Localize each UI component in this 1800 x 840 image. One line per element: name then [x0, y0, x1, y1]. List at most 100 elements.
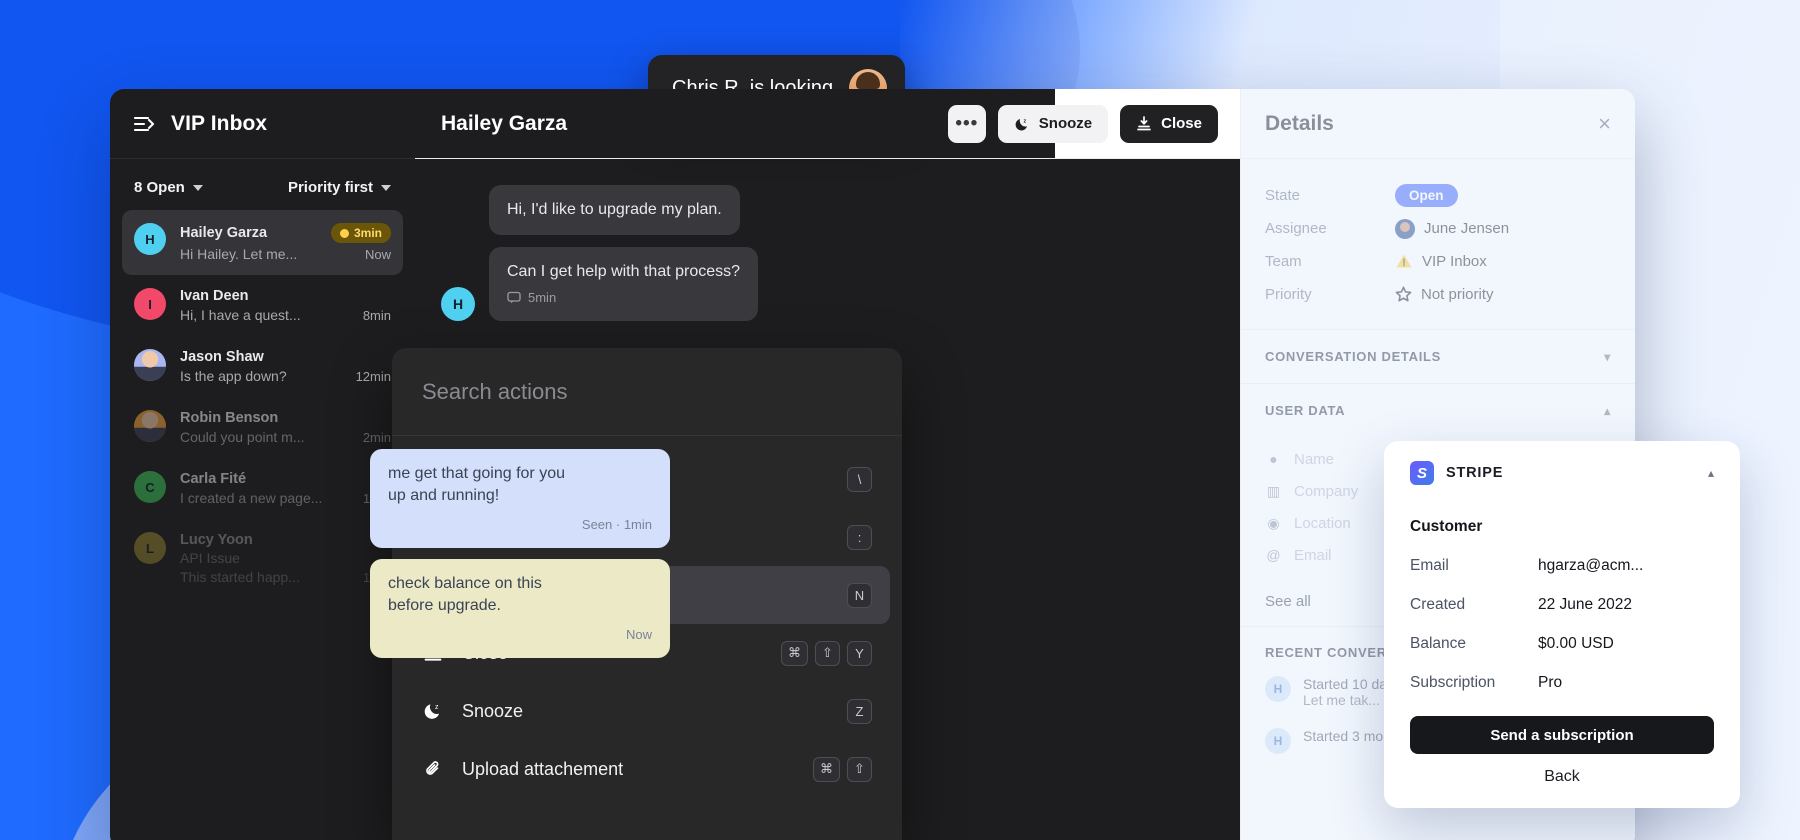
open-count-filter[interactable]: 8 Open	[134, 179, 203, 196]
avatar: H	[1265, 728, 1291, 754]
close-tray-icon	[1137, 115, 1151, 130]
team-value[interactable]: VIP Inbox	[1395, 253, 1487, 270]
status-badge: 3min	[330, 223, 391, 243]
moon-icon: z	[422, 701, 444, 721]
pin-icon: ◉	[1267, 514, 1280, 531]
list-item[interactable]: H Hailey Garza 3min Hi Hailey. Let me...…	[122, 210, 403, 275]
shortcut-keys: ⌘ ⇧ Y	[781, 640, 872, 666]
close-icon[interactable]: ×	[1598, 112, 1611, 135]
shortcut-keys: :	[847, 524, 872, 550]
open-count-label: 8 Open	[134, 179, 185, 196]
details-header: Details ×	[1241, 89, 1635, 159]
chevron-down-icon	[381, 184, 391, 191]
state-value[interactable]: Open	[1395, 184, 1458, 207]
message-meta: Now	[625, 626, 652, 642]
shortcut-keys: \	[847, 466, 872, 492]
conversation-list: H Hailey Garza 3min Hi Hailey. Let me...…	[110, 210, 415, 598]
palette-item-label: Snooze	[462, 700, 524, 721]
field-label: Email	[1410, 556, 1449, 574]
avatar: L	[134, 532, 166, 564]
section-label: USER DATA	[1265, 403, 1346, 418]
message-meta: Seen · 1min	[581, 516, 652, 532]
building-icon: ▥	[1266, 482, 1281, 499]
stripe-row-balance: Balance $0.00 USD	[1410, 624, 1714, 663]
list-item[interactable]: C Carla Fité I created a new page... 1mi…	[122, 458, 403, 519]
key-cap: :	[847, 524, 872, 550]
key-cap: ⌘	[813, 756, 840, 782]
field-label: Priority	[1265, 286, 1312, 303]
search-actions-input[interactable]: Search actions	[392, 348, 902, 436]
snooze-button[interactable]: z Snooze	[997, 104, 1109, 143]
team-name: VIP Inbox	[1422, 253, 1487, 270]
conversation-time: 8min	[362, 307, 391, 323]
field-label: Customer	[1410, 517, 1483, 535]
sort-label: Priority first	[287, 179, 373, 196]
message-bubble-incoming: Hi, I'd like to upgrade my plan.	[489, 185, 740, 235]
message-row: H Can I get help with that process? 5min	[415, 246, 1240, 333]
section-user-data[interactable]: USER DATA ▴	[1241, 384, 1635, 437]
avatar	[134, 349, 166, 381]
section-conversation-details[interactable]: CONVERSATION DETAILS ▾	[1241, 330, 1635, 384]
send-subscription-button[interactable]: Send a subscription	[1410, 716, 1714, 754]
conversation-time: 12min	[355, 368, 391, 384]
assignee-value[interactable]: June Jensen	[1395, 218, 1510, 239]
list-item[interactable]: Jason Shaw Is the app down? 12min	[122, 336, 403, 397]
message-row: Hi, I'd like to upgrade my plan.	[415, 185, 1240, 247]
field-label: Location	[1294, 514, 1351, 532]
palette-item-upload-attachment[interactable]: Upload attachement ⌘ ⇧	[404, 740, 890, 798]
key-cap: ⌘	[781, 640, 808, 666]
close-label: Close	[1161, 115, 1202, 132]
clock-icon	[339, 228, 349, 238]
person-icon: ●	[1269, 451, 1278, 467]
key-cap: \	[847, 466, 872, 492]
key-cap: ⇧	[815, 640, 840, 666]
field-value: $0.00 USD	[1538, 634, 1614, 652]
inbox-list-icon	[133, 115, 156, 133]
key-cap: Y	[847, 640, 872, 666]
message-text: me get that going for you up and running…	[388, 465, 565, 505]
inbox-filters: 8 Open Priority first	[110, 159, 415, 210]
palette-item-snooze[interactable]: z Snooze Z	[404, 682, 890, 740]
snooze-label: Snooze	[1038, 115, 1093, 132]
stripe-logo-icon: S	[1410, 461, 1434, 485]
back-button[interactable]: Back	[1410, 768, 1714, 786]
conversation-snippet: Hi, I have a quest...	[180, 307, 301, 323]
svg-text:z: z	[435, 704, 439, 711]
close-conversation-button[interactable]: Close	[1120, 104, 1218, 143]
sort-filter[interactable]: Priority first	[288, 179, 391, 196]
list-item[interactable]: I Ivan Deen Hi, I have a quest... 8min	[122, 275, 403, 336]
detail-row-assignee: Assignee June Jensen	[1265, 212, 1611, 245]
field-label: Team	[1265, 253, 1302, 270]
stripe-app-card: S STRIPE ▴ Customer Email hgarza@acm... …	[1384, 441, 1740, 808]
stripe-card-header: S STRIPE ▴	[1410, 461, 1714, 485]
stripe-brand-label: STRIPE	[1446, 465, 1504, 481]
avatar-initial: H	[145, 231, 155, 247]
avatar: H	[134, 223, 166, 255]
field-label: State	[1265, 187, 1301, 204]
chevron-up-icon: ▴	[1604, 403, 1611, 418]
assignee-name: June Jensen	[1424, 220, 1510, 237]
conversation-name: Robin Benson	[180, 410, 279, 426]
list-item[interactable]: Robin Benson Could you point m... 2min	[122, 397, 403, 458]
chevron-up-icon[interactable]: ▴	[1708, 466, 1714, 480]
inbox-header: VIP Inbox	[110, 89, 415, 159]
message-text: Can I get help with that process?	[507, 262, 741, 280]
conversation-name: Hailey Garza	[180, 225, 268, 241]
thread-actions: ••• z Snooze Close	[947, 104, 1218, 143]
priority-value[interactable]: Not priority	[1395, 286, 1494, 303]
more-options-button[interactable]: •••	[947, 104, 986, 143]
badge-label: 3min	[353, 226, 382, 240]
recent-snippet: Let me tak...	[1303, 692, 1381, 708]
stripe-brand: S STRIPE	[1410, 461, 1503, 485]
chevron-down-icon: ▾	[1604, 349, 1611, 364]
palette-item-label: Upload attachement	[462, 758, 624, 779]
field-value: Pro	[1538, 673, 1563, 691]
list-item[interactable]: L Lucy Yoon API Issue This started happ.…	[122, 519, 403, 598]
avatar-initial: L	[146, 540, 154, 556]
detail-row-team: Team VIP Inbox	[1265, 245, 1611, 278]
shortcut-keys: ⌘ ⇧	[813, 756, 872, 782]
key-cap: N	[847, 582, 872, 608]
avatar: H	[441, 286, 475, 321]
conversation-name: Lucy Yoon	[180, 532, 253, 548]
priority-name: Not priority	[1421, 286, 1494, 303]
